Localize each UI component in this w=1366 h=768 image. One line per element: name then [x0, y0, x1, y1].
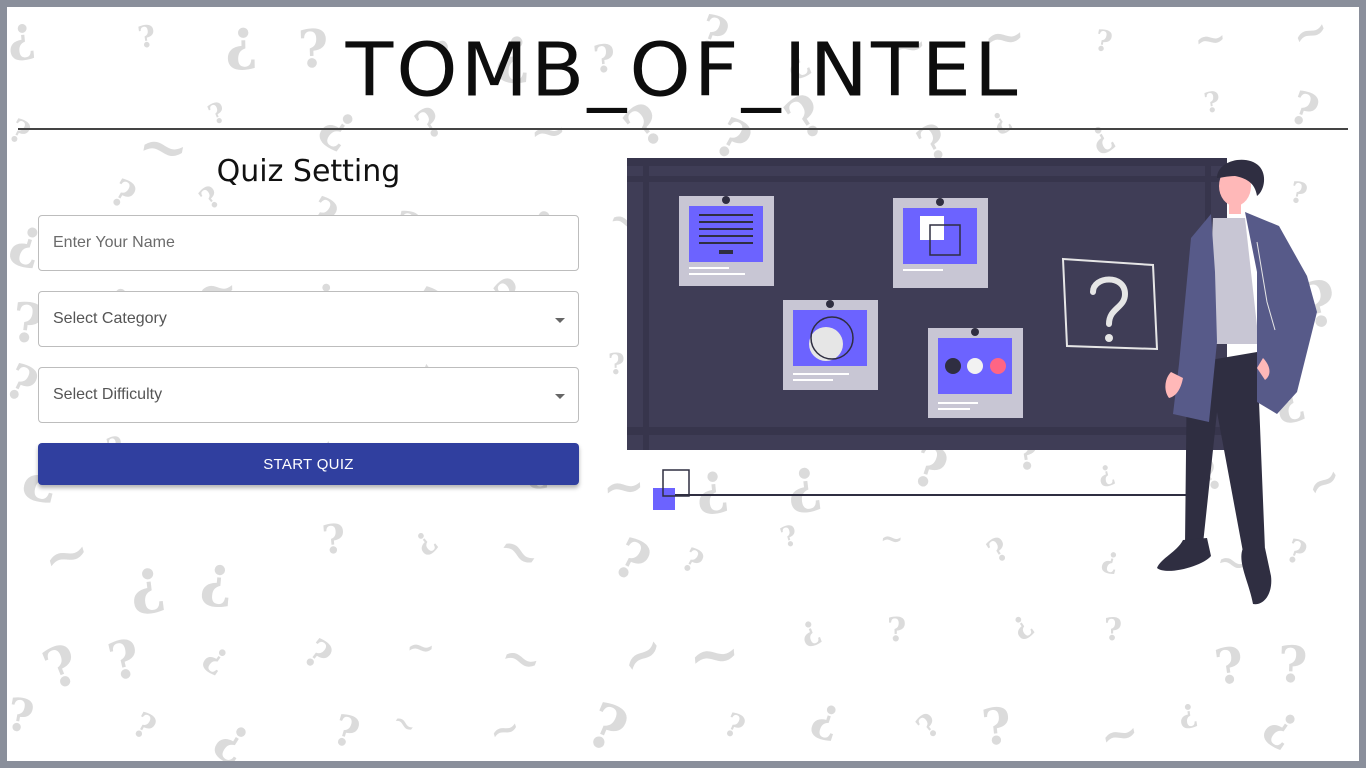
question-mark-decoration: ~	[604, 614, 679, 694]
question-mark-decoration: ?	[978, 695, 1015, 758]
question-mark-decoration: ?	[718, 704, 751, 748]
question-mark-decoration: ~	[404, 626, 437, 669]
difficulty-select[interactable]: Select Difficulty	[38, 367, 579, 423]
question-mark-decoration: ~	[485, 515, 555, 588]
board-card-document	[679, 196, 774, 286]
category-select[interactable]: Select Category	[38, 291, 579, 347]
quiz-illustration	[627, 158, 1317, 605]
category-select-value: Select Category	[53, 310, 167, 327]
question-mark-decoration: ¿	[806, 685, 850, 746]
header-divider	[18, 128, 1348, 130]
question-mark-decoration: ¿	[792, 606, 825, 651]
start-quiz-button[interactable]: START QUIZ	[38, 443, 579, 485]
question-mark-decoration: ~	[482, 703, 527, 755]
question-mark-decoration: ~	[34, 516, 99, 594]
quiz-settings-panel: Quiz Setting Select Category Select Diff…	[38, 147, 579, 485]
question-mark-decoration: ?	[7, 687, 38, 744]
question-mark-decoration: ~	[492, 625, 550, 693]
board-card-dots	[928, 328, 1023, 418]
difficulty-select-value: Select Difficulty	[53, 386, 163, 403]
question-mark-decoration: ?	[125, 704, 163, 750]
question-mark-decoration: ?	[576, 688, 638, 761]
question-mark-decoration: ¿	[1256, 691, 1314, 755]
question-mark-decoration: ?	[1211, 635, 1248, 697]
question-mark-decoration: ~	[385, 703, 425, 744]
question-mark-decoration: ?	[1104, 612, 1123, 648]
question-mark-decoration: ?	[327, 704, 365, 759]
question-mark-decoration: ¿	[1175, 690, 1200, 732]
question-mark-decoration: ¿	[207, 703, 265, 761]
page-frame: ¿?¿??¿??¿~~?~~?~?¿?~????¿¿??¿????¿~~¿¿~~…	[7, 7, 1359, 761]
chevron-down-icon	[555, 394, 565, 399]
question-mark-decoration: ?	[886, 609, 907, 650]
name-input[interactable]	[39, 216, 578, 270]
name-field	[38, 215, 579, 271]
question-mark-decoration: ¿	[124, 545, 169, 619]
question-mark-decoration: ~	[684, 614, 744, 694]
question-mark-decoration: ?	[102, 627, 146, 694]
app-title-text: TOMB_OF_INTEL	[345, 28, 1021, 114]
question-mark-decoration: ~	[1094, 703, 1145, 761]
question-mark-decoration: ?	[908, 705, 948, 747]
question-mark-decoration: ?	[33, 630, 89, 703]
question-mark-decoration: ¿	[198, 542, 237, 612]
app-title: TOMB_OF_INTEL	[7, 21, 1359, 121]
question-mark-decoration: ?	[1276, 634, 1309, 695]
board-card-squares	[893, 198, 988, 288]
question-mark-decoration: ¿	[404, 520, 442, 560]
quiz-settings-heading: Quiz Setting	[216, 154, 401, 189]
chevron-down-icon	[555, 318, 565, 323]
question-mark-decoration: ¿	[197, 632, 240, 680]
question-mark-decoration: ?	[319, 515, 348, 564]
board-card-circles	[783, 300, 878, 390]
question-mark-decoration: ?	[294, 629, 341, 681]
